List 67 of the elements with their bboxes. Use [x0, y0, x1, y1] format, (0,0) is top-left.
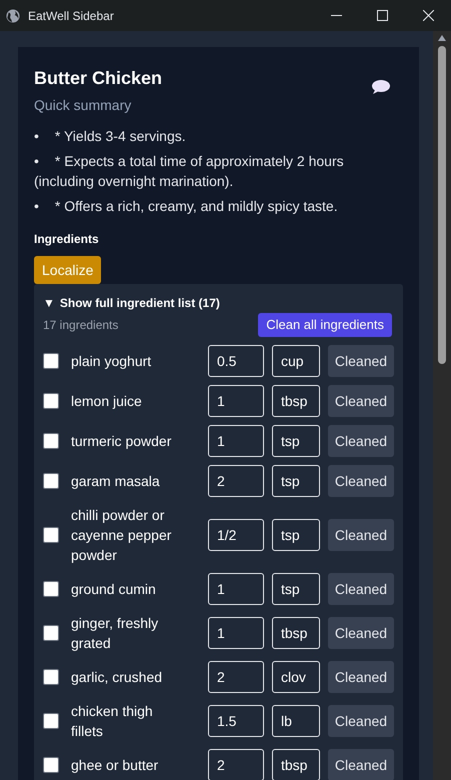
- ingredient-name: chicken thigh fillets: [71, 702, 154, 741]
- unit-field[interactable]: tbsp: [272, 385, 320, 417]
- summary-item: • * Expects a total time of approximately 2 hours (including overnight marination).: [34, 152, 345, 191]
- globe-icon: [6, 8, 20, 22]
- scrollbar-thumb[interactable]: [438, 46, 446, 364]
- cleaned-button[interactable]: Cleaned: [328, 345, 394, 377]
- quantity-field[interactable]: 2: [208, 749, 264, 780]
- close-icon: [422, 10, 434, 21]
- ingredient-name: turmeric powder: [71, 432, 172, 451]
- cleaned-button[interactable]: Cleaned: [328, 705, 394, 737]
- checkbox[interactable]: [43, 393, 59, 409]
- unit-field[interactable]: tsp: [272, 425, 320, 457]
- checkbox[interactable]: [43, 581, 59, 597]
- ingredient-name: ghee or butter: [71, 756, 160, 775]
- checkbox[interactable]: [43, 713, 59, 729]
- clean-all-button[interactable]: Clean all ingredients: [258, 313, 392, 337]
- checkbox[interactable]: [43, 433, 59, 449]
- unit-field[interactable]: tbsp: [272, 749, 320, 780]
- checkbox[interactable]: [43, 625, 59, 641]
- cleaned-button[interactable]: Cleaned: [328, 661, 394, 693]
- ingredient-name: garam masala: [71, 472, 161, 491]
- quantity-field[interactable]: 2: [208, 465, 264, 497]
- ingredient-name: plain yoghurt: [71, 352, 152, 371]
- scroll-up-icon[interactable]: [438, 35, 446, 41]
- speech-bubble-icon[interactable]: [371, 79, 391, 95]
- ingredient-count: 17 ingredients: [43, 317, 118, 334]
- ingredient-name: lemon juice: [71, 392, 143, 411]
- unit-field[interactable]: clov: [272, 661, 320, 693]
- cleaned-button[interactable]: Cleaned: [328, 465, 394, 497]
- unit-field[interactable]: tsp: [272, 465, 320, 497]
- unit-field[interactable]: tsp: [272, 519, 320, 551]
- cleaned-button[interactable]: Cleaned: [328, 519, 394, 551]
- cleaned-button[interactable]: Cleaned: [328, 573, 394, 605]
- cleaned-button[interactable]: Cleaned: [328, 385, 394, 417]
- checkbox[interactable]: [43, 473, 59, 489]
- ingredients-heading: Ingredients: [34, 231, 100, 248]
- summary-item: • * Yields 3-4 servings.: [34, 127, 187, 146]
- window-title: EatWell Sidebar: [28, 8, 114, 24]
- quantity-field[interactable]: 0.5: [208, 345, 264, 377]
- scrollbar[interactable]: [433, 31, 451, 780]
- ingredient-name: garlic, crushed: [71, 668, 164, 687]
- cleaned-button[interactable]: Cleaned: [328, 749, 394, 780]
- quantity-field[interactable]: 1.5: [208, 705, 264, 737]
- ingredient-name: ginger, freshly grated: [71, 614, 160, 653]
- quantity-field[interactable]: 1/2: [208, 519, 264, 551]
- checkbox[interactable]: [43, 757, 59, 773]
- unit-field[interactable]: lb: [272, 705, 320, 737]
- quantity-field[interactable]: 1: [208, 425, 264, 457]
- recipe-subtitle: Quick summary: [34, 96, 132, 115]
- ingredient-name: ground cumin: [71, 580, 157, 599]
- quantity-field[interactable]: 1: [208, 617, 264, 649]
- ingredient-list-toggle[interactable]: ▼ Show full ingredient list (17): [43, 294, 394, 312]
- cleaned-button[interactable]: Cleaned: [328, 617, 394, 649]
- checkbox[interactable]: [43, 353, 59, 369]
- quantity-field[interactable]: 2: [208, 661, 264, 693]
- cleaned-button[interactable]: Cleaned: [328, 425, 394, 457]
- quantity-field[interactable]: 1: [208, 573, 264, 605]
- ingredient-name: chilli powder or cayenne pepper powder: [71, 506, 172, 565]
- recipe-title: Butter Chicken: [34, 67, 162, 89]
- unit-field[interactable]: tbsp: [272, 617, 320, 649]
- quantity-field[interactable]: 1: [208, 385, 264, 417]
- checkbox[interactable]: [43, 527, 59, 543]
- unit-field[interactable]: tsp: [272, 573, 320, 605]
- unit-field[interactable]: cup: [272, 345, 320, 377]
- maximize-icon: [376, 10, 388, 21]
- summary-item: • * Offers a rich, creamy, and mildly spicy taste.: [34, 197, 339, 216]
- checkbox[interactable]: [43, 669, 59, 685]
